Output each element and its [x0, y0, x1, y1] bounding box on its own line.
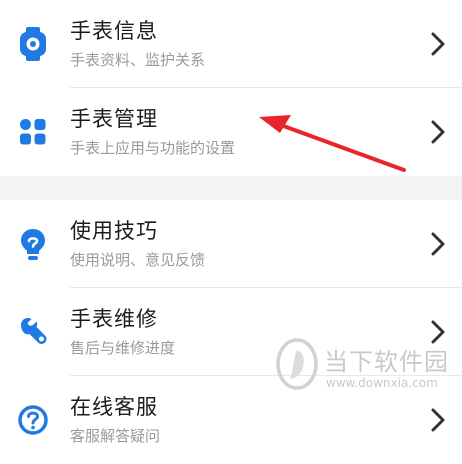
chevron-right-icon — [431, 408, 445, 432]
menu-item-usage-tips[interactable]: 使用技巧 使用说明、意见反馈 — [0, 200, 462, 288]
wrench-icon — [16, 315, 50, 349]
menu-item-title: 使用技巧 — [70, 219, 158, 243]
section-gap — [0, 176, 462, 200]
help-circle-icon — [16, 403, 50, 437]
menu-item-watch-management[interactable]: 手表管理 手表上应用与功能的设置 — [0, 88, 462, 176]
menu-item-title: 手表维修 — [70, 307, 158, 331]
menu-item-subtitle: 客服解答疑问 — [70, 427, 161, 445]
menu-item-watch-info[interactable]: 手表信息 手表资料、监护关系 — [0, 0, 462, 88]
menu-item-subtitle: 手表资料、监护关系 — [70, 51, 206, 69]
watermark: 当下软件园 www.downxia.com — [274, 338, 462, 409]
watermark-url: www.downxia.com — [326, 376, 438, 390]
apps-grid-icon — [16, 115, 50, 149]
menu-item-title: 手表信息 — [70, 19, 158, 43]
chevron-right-icon — [431, 32, 445, 56]
menu-group-1: 手表信息 手表资料、监护关系 手表管理 手表上应用与功能的设置 — [0, 0, 462, 176]
menu-group-2: 使用技巧 使用说明、意见反馈 手表维修 售后与维修进度 在线客服 客服解答疑问 — [0, 200, 462, 464]
menu-item-subtitle: 手表上应用与功能的设置 — [70, 139, 236, 157]
chevron-right-icon — [431, 120, 445, 144]
chevron-right-icon — [431, 232, 445, 256]
menu-item-title: 手表管理 — [70, 107, 158, 131]
lightbulb-icon — [16, 227, 50, 261]
watch-icon — [16, 27, 50, 61]
watermark-name: 当下软件园 — [324, 348, 449, 376]
watermark-logo-icon — [276, 338, 318, 390]
menu-item-subtitle: 使用说明、意见反馈 — [70, 251, 206, 269]
